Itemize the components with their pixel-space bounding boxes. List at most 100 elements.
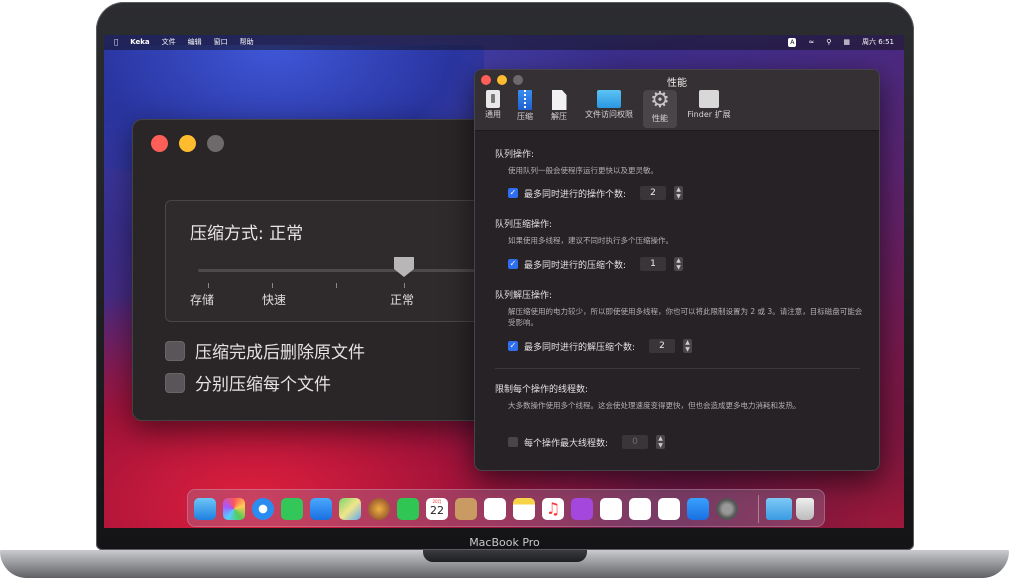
calendar-icon[interactable]: 20月 22 [426, 498, 448, 520]
max-concurrent-extract-label: 最多同时进行的解压缩个数: [524, 342, 636, 353]
tab-file-access-label: 文件访问权限 [585, 110, 633, 119]
screen:  Keka 文件 编辑 窗口 帮助 A ≈ ⚲ ▦ 周六 6:51 压缩方式:… [104, 35, 904, 528]
tab-performance-label: 性能 [652, 114, 668, 123]
podcasts-icon[interactable] [571, 498, 593, 520]
menu-edit[interactable]: 编辑 [188, 35, 202, 50]
tab-extract[interactable]: 解压 [545, 90, 573, 128]
max-concurrent-extract-stepper[interactable]: ▲ ▼ [683, 339, 693, 353]
apple-menu-icon[interactable]:  [114, 35, 118, 50]
input-source-icon[interactable]: A [788, 38, 797, 47]
thread-limit-heading: 限制每个操作的线程数: [495, 385, 589, 395]
numbers-icon[interactable] [629, 498, 651, 520]
section-divider [495, 368, 860, 369]
slider-tick [404, 283, 405, 288]
app-store-icon[interactable] [687, 498, 709, 520]
tab-file-access[interactable]: 文件访问权限 [579, 90, 639, 128]
compress-separately-option[interactable]: 分别压缩每个文件 [165, 370, 331, 395]
delete-after-compress-option[interactable]: 压缩完成后删除原文件 [165, 338, 365, 363]
folder-icon [597, 90, 621, 108]
compress-separately-checkbox[interactable] [165, 372, 185, 393]
max-threads-value[interactable]: 0 [622, 435, 649, 449]
finder-icon[interactable] [194, 498, 216, 520]
max-concurrent-operations-value[interactable]: 2 [640, 186, 667, 200]
keynote-icon[interactable] [600, 498, 622, 520]
queue-operations-desc: 使用队列一般会使程序运行更快以及更灵敏。 [508, 166, 658, 175]
max-concurrent-extract-option[interactable]: ✓ 最多同时进行的解压缩个数: 2 ▲ ▼ [508, 339, 693, 353]
menu-clock[interactable]: 周六 6:51 [862, 35, 894, 50]
compression-method-panel: 压缩方式: 正常 存储 快速 正常 [165, 200, 498, 322]
switch-icon [486, 90, 500, 108]
tick-label-fast: 快速 [262, 293, 287, 307]
queue-operations-heading: 队列操作: [495, 150, 535, 160]
tab-general[interactable]: 通用 [479, 90, 507, 128]
keka-icon[interactable] [368, 498, 390, 520]
menu-help[interactable]: 帮助 [240, 35, 254, 50]
dock-separator [758, 495, 759, 523]
minimize-button[interactable] [179, 135, 196, 152]
max-threads-stepper[interactable]: ▲ ▼ [656, 435, 666, 449]
max-concurrent-compress-option[interactable]: ✓ 最多同时进行的压缩个数: 1 ▲ ▼ [508, 257, 684, 271]
thread-limit-desc: 大多数操作使用多个线程。这会使处理速度变得更快，但也会造成更多电力消耗和发热。 [508, 401, 801, 410]
laptop-notch [423, 550, 587, 562]
max-concurrent-compress-stepper[interactable]: ▲ ▼ [674, 257, 684, 271]
pages-icon[interactable] [658, 498, 680, 520]
contacts-icon[interactable] [455, 498, 477, 520]
compression-slider-track[interactable] [198, 269, 498, 272]
trash-icon[interactable] [796, 498, 814, 520]
menu-window[interactable]: 窗口 [214, 35, 228, 50]
preferences-window: 性能 通用 压缩 解压 文件访问权限 ⚙ 性能 Finder 扩展 队列操作: … [474, 69, 880, 471]
dock: 20月 22 ♫ [187, 489, 825, 527]
close-button[interactable] [151, 135, 168, 152]
menu-file[interactable]: 文件 [162, 35, 176, 50]
mail-icon[interactable] [310, 498, 332, 520]
max-concurrent-extract-value[interactable]: 2 [649, 339, 676, 353]
tab-compress[interactable]: 压缩 [511, 90, 539, 128]
facetime-icon[interactable] [397, 498, 419, 520]
notes-icon[interactable] [513, 498, 535, 520]
queue-extract-heading: 队列解压操作: [495, 291, 553, 301]
maps-icon[interactable] [339, 498, 361, 520]
slider-tick [272, 283, 273, 288]
system-preferences-icon[interactable] [716, 498, 738, 520]
compression-slider-thumb[interactable] [394, 257, 414, 277]
control-center-icon[interactable]: ▦ [843, 35, 850, 50]
puzzle-icon [699, 90, 719, 108]
wifi-icon[interactable]: ≈ [808, 35, 814, 50]
max-concurrent-operations-checkbox[interactable]: ✓ [508, 188, 518, 198]
document-icon [551, 90, 567, 110]
tab-finder-extension[interactable]: Finder 扩展 [681, 90, 737, 128]
delete-after-compress-checkbox[interactable] [165, 340, 185, 361]
preferences-title: 性能 [667, 78, 687, 89]
slider-tick [208, 283, 209, 288]
delete-after-compress-label: 压缩完成后删除原文件 [195, 343, 365, 363]
queue-compress-desc: 如果使用多线程，建议不同时执行多个压缩操作。 [508, 236, 673, 245]
reminders-icon[interactable] [484, 498, 506, 520]
tab-general-label: 通用 [485, 110, 501, 119]
compress-separately-label: 分别压缩每个文件 [195, 375, 331, 395]
safari-icon[interactable] [252, 498, 274, 520]
max-concurrent-operations-stepper[interactable]: ▲ ▼ [674, 186, 684, 200]
tab-extract-label: 解压 [551, 112, 567, 121]
calendar-day: 22 [430, 504, 444, 517]
music-icon[interactable]: ♫ [542, 498, 564, 520]
max-concurrent-operations-option[interactable]: ✓ 最多同时进行的操作个数: 2 ▲ ▼ [508, 186, 684, 200]
downloads-folder-icon[interactable] [766, 498, 792, 520]
tab-performance[interactable]: ⚙ 性能 [643, 90, 677, 128]
max-concurrent-operations-label: 最多同时进行的操作个数: [524, 189, 627, 200]
max-threads-label: 每个操作最大线程数: [524, 438, 609, 449]
device-label: MacBook Pro [469, 536, 540, 549]
launchpad-icon[interactable] [223, 498, 245, 520]
max-threads-checkbox[interactable] [508, 437, 518, 447]
spotlight-search-icon[interactable]: ⚲ [826, 35, 831, 50]
tab-finder-extension-label: Finder 扩展 [687, 110, 731, 119]
max-concurrent-compress-value[interactable]: 1 [640, 257, 667, 271]
zoom-button[interactable] [207, 135, 224, 152]
max-concurrent-extract-checkbox[interactable]: ✓ [508, 341, 518, 351]
menu-app-name[interactable]: Keka [130, 35, 149, 50]
max-threads-option[interactable]: 每个操作最大线程数: 0 ▲ ▼ [508, 435, 666, 449]
keka-compression-window: 压缩方式: 正常 存储 快速 正常 压缩完成后删除原文件 分别压缩每个文件 [132, 119, 498, 421]
preferences-toolbar: 性能 通用 压缩 解压 文件访问权限 ⚙ 性能 Finder 扩展 [475, 70, 879, 131]
zip-icon [518, 90, 532, 110]
messages-icon[interactable] [281, 498, 303, 520]
max-concurrent-compress-checkbox[interactable]: ✓ [508, 259, 518, 269]
